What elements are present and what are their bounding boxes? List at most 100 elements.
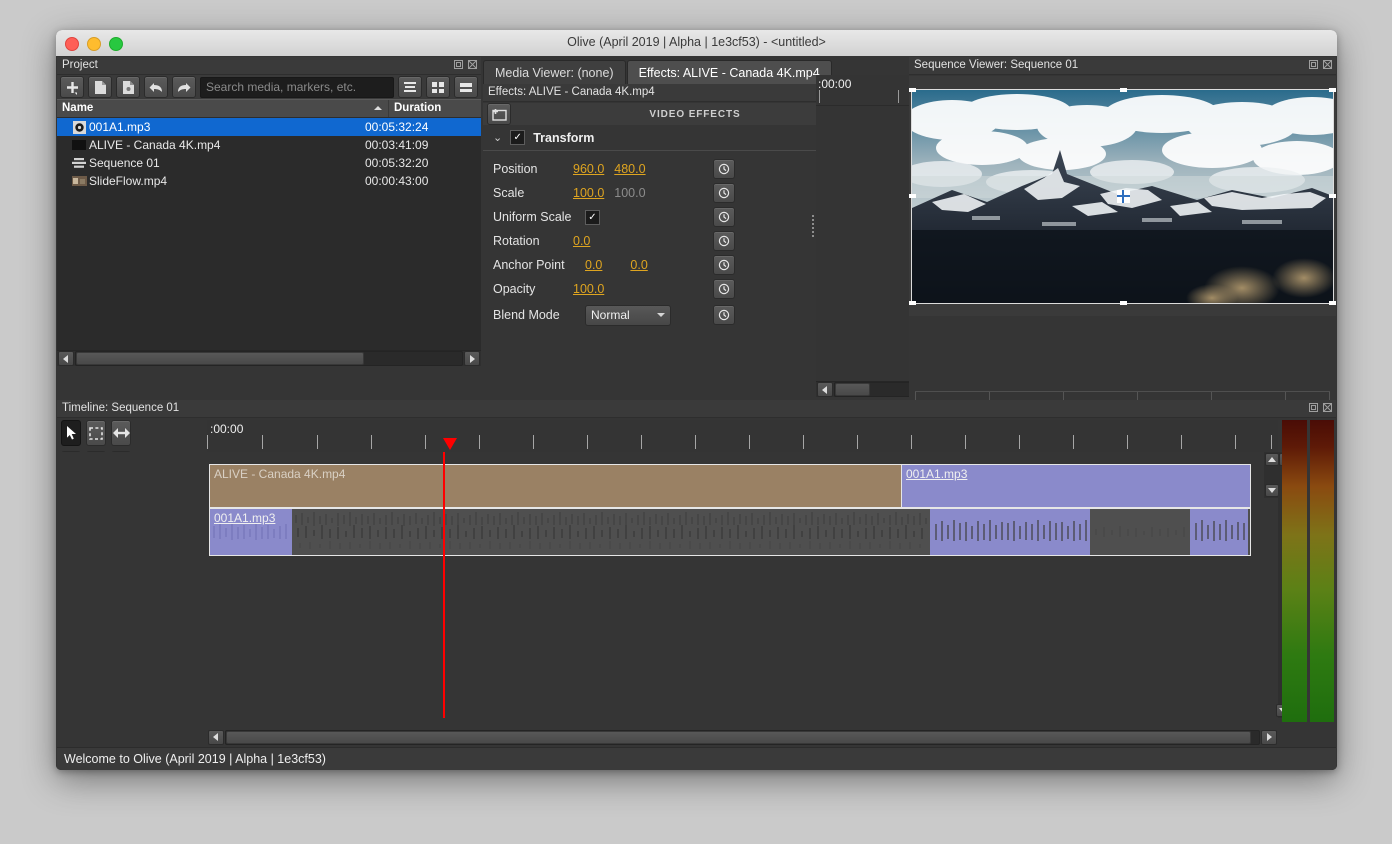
- float-panel-icon[interactable]: [453, 59, 464, 70]
- scroll-left-icon[interactable]: [208, 729, 224, 745]
- search-input[interactable]: Search media, markers, etc.: [200, 76, 394, 98]
- panel-resize-handle[interactable]: [812, 215, 815, 239]
- audio-icon: [69, 120, 89, 134]
- param-label: Rotation: [493, 234, 540, 248]
- detail-view-icon[interactable]: [454, 76, 478, 98]
- scroll-left-icon[interactable]: [58, 351, 74, 366]
- status-bar: Welcome to Olive (April 2019 | Alpha | 1…: [57, 747, 1336, 770]
- anchor-point-gizmo[interactable]: [1116, 190, 1130, 203]
- anchor-x-field[interactable]: 0.0: [585, 258, 602, 272]
- undo-icon[interactable]: [144, 76, 168, 98]
- scale-y-field[interactable]: 100.0: [614, 186, 645, 200]
- list-item[interactable]: SlideFlow.mp4 00:00:43:00: [57, 172, 481, 190]
- title-bar: Olive (April 2019 | Alpha | 1e3cf53) - <…: [56, 30, 1337, 57]
- viewer-canvas[interactable]: [909, 76, 1336, 316]
- opacity-field[interactable]: 100.0: [573, 282, 604, 296]
- project-horizontal-scrollbar[interactable]: [57, 350, 481, 366]
- transform-handle[interactable]: [1119, 300, 1127, 305]
- position-y-field[interactable]: 480.0: [614, 162, 645, 176]
- redo-icon[interactable]: [172, 76, 196, 98]
- timeline-ruler[interactable]: :00:00: [207, 420, 1278, 453]
- panel-buttons[interactable]: [1308, 59, 1333, 70]
- column-header-duration[interactable]: Duration: [389, 100, 441, 117]
- marquee-tool[interactable]: [86, 420, 106, 446]
- uniform-scale-checkbox[interactable]: ✓: [585, 209, 600, 225]
- keyframe-toggle-icon[interactable]: [713, 279, 735, 299]
- video-frame[interactable]: [909, 87, 1336, 305]
- timeline-clip[interactable]: ALIVE - Canada 4K.mp4: [209, 464, 903, 508]
- position-x-field[interactable]: 960.0: [573, 162, 604, 176]
- list-item-duration: 00:05:32:20: [365, 156, 429, 170]
- transform-enabled-checkbox[interactable]: ✓: [510, 130, 526, 145]
- playhead[interactable]: [443, 452, 445, 718]
- video-icon: [69, 140, 89, 150]
- param-values: 0.0: [573, 234, 707, 248]
- add-video-effect-icon[interactable]: [487, 103, 511, 125]
- scroll-left-icon[interactable]: [817, 382, 833, 397]
- keyframe-toggle-icon[interactable]: [713, 305, 735, 325]
- scroll-up-icon[interactable]: [1265, 453, 1278, 466]
- transform-handle[interactable]: [909, 300, 916, 305]
- ripple-tool[interactable]: [111, 420, 131, 446]
- effects-panel-title: Effects: ALIVE - Canada 4K.mp4: [488, 86, 655, 98]
- scroll-down-icon[interactable]: [1265, 484, 1278, 497]
- timeline-panel: Timeline: Sequence 01:00:00 ALIVE - Can…: [57, 400, 1336, 748]
- scroll-track[interactable]: [225, 729, 1260, 745]
- keyframe-toggle-icon[interactable]: [713, 255, 735, 275]
- transform-handle[interactable]: [1329, 300, 1336, 305]
- list-item[interactable]: ALIVE - Canada 4K.mp4 00:03:41:09: [57, 136, 481, 154]
- list-view-icon[interactable]: [398, 76, 422, 98]
- rotation-field[interactable]: 0.0: [573, 234, 590, 248]
- grid-view-icon[interactable]: [426, 76, 450, 98]
- transform-handle[interactable]: [1119, 87, 1127, 92]
- audio-meters: [1282, 420, 1334, 722]
- timeline-horizontal-scrollbar[interactable]: [207, 729, 1278, 745]
- playhead-marker[interactable]: [443, 438, 457, 450]
- scroll-thumb[interactable]: [76, 352, 364, 365]
- float-panel-icon[interactable]: [1308, 59, 1319, 70]
- scale-x-field[interactable]: 100.0: [573, 186, 604, 200]
- sort-ascending-icon: [374, 106, 382, 110]
- new-folder-icon[interactable]: [88, 76, 112, 98]
- scroll-thumb[interactable]: [835, 383, 870, 396]
- close-panel-icon[interactable]: [467, 59, 478, 70]
- close-panel-icon[interactable]: [1322, 402, 1333, 413]
- keyframe-toggle-icon[interactable]: [713, 207, 735, 227]
- anchor-y-field[interactable]: 0.0: [630, 258, 647, 272]
- open-folder-icon[interactable]: [116, 76, 140, 98]
- column-header-name[interactable]: Name: [57, 100, 389, 117]
- scroll-right-icon[interactable]: [464, 351, 480, 366]
- param-values: 100.0: [573, 282, 707, 296]
- list-item-name: ALIVE - Canada 4K.mp4: [89, 138, 221, 152]
- transform-handle[interactable]: [1329, 87, 1336, 92]
- tab-media-viewer[interactable]: Media Viewer: (none): [483, 60, 626, 84]
- blend-mode-select[interactable]: Normal: [585, 304, 671, 326]
- panel-buttons[interactable]: [1308, 402, 1333, 413]
- transform-handle[interactable]: [1329, 194, 1336, 198]
- viewer-panel-title: Sequence Viewer: Sequence 01: [914, 59, 1079, 71]
- transform-handle[interactable]: [909, 194, 916, 198]
- scroll-track[interactable]: [75, 351, 463, 366]
- timeline-clip[interactable]: 001A1.mp3: [901, 464, 1251, 508]
- list-item[interactable]: Sequence 01 00:05:32:20: [57, 154, 481, 172]
- timeline-clip[interactable]: 001A1.mp3: [209, 508, 1251, 556]
- scroll-thumb[interactable]: [226, 730, 1251, 744]
- transform-handle[interactable]: [909, 87, 916, 92]
- tab-effects[interactable]: Effects: ALIVE - Canada 4K.mp4: [626, 60, 832, 84]
- panel-buttons[interactable]: [453, 59, 478, 70]
- video-track-scrollbar[interactable]: [1264, 452, 1278, 498]
- list-item[interactable]: 001A1.mp3 00:05:32:24: [57, 118, 481, 136]
- param-label: Scale: [493, 186, 525, 200]
- add-media-icon[interactable]: [60, 76, 84, 98]
- timeline-tracks[interactable]: ALIVE - Canada 4K.mp4 001A1.mp3 001A1.mp…: [57, 452, 1278, 718]
- float-panel-icon[interactable]: [1308, 402, 1319, 413]
- keyframe-toggle-icon[interactable]: [713, 159, 735, 179]
- project-panel: Project Search media, markers, etc. Name…: [57, 57, 481, 397]
- scroll-right-icon[interactable]: [1261, 729, 1277, 745]
- pointer-tool[interactable]: [61, 420, 81, 446]
- close-panel-icon[interactable]: [1322, 59, 1333, 70]
- keyframe-toggle-icon[interactable]: [713, 231, 735, 251]
- keyframe-toggle-icon[interactable]: [713, 183, 735, 203]
- timeline-ruler-timecode: :00:00: [210, 422, 244, 436]
- chevron-down-icon[interactable]: ⌄: [493, 131, 502, 144]
